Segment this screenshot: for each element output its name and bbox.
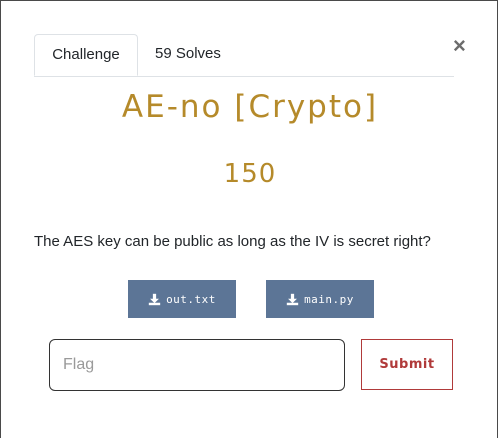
submit-button[interactable]: Submit (361, 339, 453, 390)
file-name: out.txt (166, 292, 216, 306)
download-icon (286, 293, 299, 305)
challenge-title: AE-no [Crypto] (121, 89, 379, 125)
tab-bar: Challenge 59 Solves (34, 34, 454, 77)
tab-solves[interactable]: 59 Solves (155, 34, 221, 76)
flag-input[interactable] (49, 339, 345, 391)
tab-challenge[interactable]: Challenge (34, 34, 138, 76)
challenge-points: 150 (223, 159, 277, 189)
file-name: main.py (304, 292, 354, 306)
download-icon (148, 293, 161, 305)
challenge-modal: Challenge 59 Solves × AE-no [Crypto] 150… (0, 0, 498, 438)
file-download-button-out-txt[interactable]: out.txt (128, 280, 236, 318)
file-download-button-main-py[interactable]: main.py (266, 280, 374, 318)
close-icon[interactable]: × (453, 32, 466, 60)
challenge-description: The AES key can be public as long as the… (34, 233, 431, 250)
